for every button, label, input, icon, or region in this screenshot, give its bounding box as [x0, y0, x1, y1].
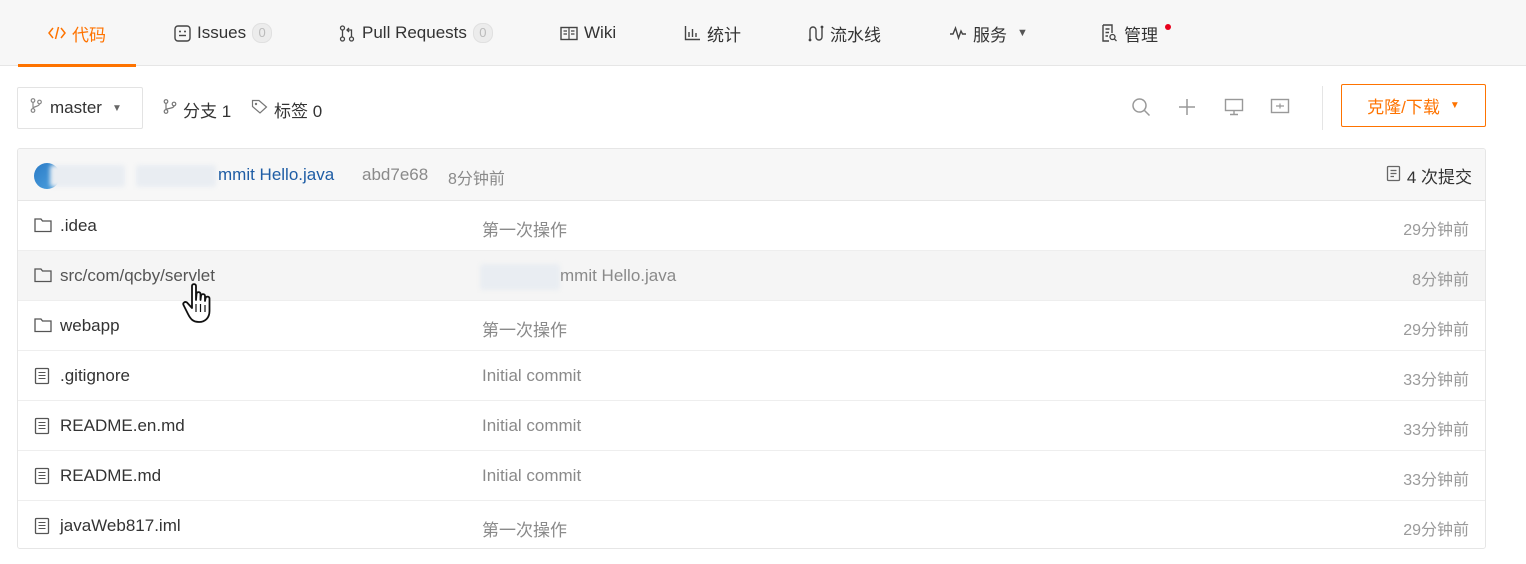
folder-icon	[34, 317, 52, 335]
table-row[interactable]: src/com/qcby/servlet mmit Hello.java 8分钟…	[18, 251, 1485, 301]
folder-icon	[34, 267, 52, 285]
branch-name: master	[50, 98, 102, 117]
pull-requests-count-badge: 0	[472, 23, 493, 43]
clone-download-label: 克隆/下载	[1367, 98, 1440, 117]
file-commit-time: 29分钟前	[1403, 222, 1469, 239]
issues-icon	[173, 24, 191, 42]
branches-label: 分支 1	[183, 101, 232, 121]
notification-dot	[1165, 24, 1171, 30]
table-row[interactable]: README.en.md Initial commit 33分钟前	[18, 401, 1485, 451]
chevron-down-icon: ▼	[1017, 27, 1028, 39]
tab-code-label: 代码	[72, 25, 106, 45]
file-commit-message[interactable]: 第一次操作	[482, 216, 567, 241]
folder-icon	[34, 217, 52, 235]
branch-icon	[163, 99, 177, 119]
table-row[interactable]: README.md Initial commit 33分钟前	[18, 451, 1485, 501]
tags-link[interactable]: 标签 0	[251, 97, 322, 121]
tab-code[interactable]: 代码	[18, 0, 136, 67]
sidebar-clipped-edge	[1518, 96, 1526, 126]
redacted-commit-prefix	[136, 165, 216, 187]
feedback-icon[interactable]	[1268, 95, 1292, 119]
table-row[interactable]: .idea 第一次操作 29分钟前	[18, 201, 1485, 251]
redacted-commit-prefix	[480, 264, 560, 290]
toolbar-divider	[1322, 86, 1323, 130]
tab-service[interactable]: 服务 ▼	[949, 0, 1028, 66]
file-icon	[34, 367, 52, 385]
file-commit-message[interactable]: Initial commit	[482, 416, 581, 436]
chevron-down-icon: ▼	[111, 102, 122, 114]
tab-wiki-label: Wiki	[584, 23, 617, 42]
file-commit-message[interactable]: 第一次操作	[482, 516, 567, 541]
file-name[interactable]: .gitignore	[60, 366, 130, 386]
tags-label: 标签 0	[274, 101, 323, 121]
pull-request-icon	[338, 24, 356, 42]
file-name[interactable]: README.md	[60, 466, 161, 486]
tab-manage[interactable]: 管理	[1100, 0, 1171, 66]
issues-count-badge: 0	[252, 23, 273, 43]
file-commit-time: 29分钟前	[1403, 322, 1469, 339]
latest-commit-bar: mmit Hello.java abd7e68 8分钟前 4 次提交	[18, 149, 1485, 201]
file-commit-time: 33分钟前	[1403, 472, 1469, 489]
search-icon[interactable]	[1129, 95, 1153, 119]
table-row[interactable]: .gitignore Initial commit 33分钟前	[18, 351, 1485, 401]
tab-pull-requests[interactable]: Pull Requests 0	[338, 0, 493, 66]
tab-issues[interactable]: Issues 0	[173, 0, 273, 66]
clone-download-button[interactable]: 克隆/下载 ▼	[1341, 84, 1486, 127]
file-name[interactable]: README.en.md	[60, 416, 185, 436]
pipeline-icon	[806, 24, 824, 42]
branches-link[interactable]: 分支 1	[163, 97, 231, 121]
branch-icon	[30, 98, 42, 118]
file-name[interactable]: src/com/qcby/servlet	[60, 266, 215, 286]
tab-stats-label: 统计	[707, 25, 741, 45]
web-ide-icon[interactable]	[1222, 95, 1246, 119]
file-icon	[34, 517, 52, 535]
file-commit-time: 8分钟前	[1412, 272, 1469, 289]
redacted-author	[50, 165, 125, 187]
latest-commit-message[interactable]: mmit Hello.java	[218, 165, 334, 185]
wiki-icon	[560, 24, 578, 42]
commit-count-link[interactable]: 4 次提交	[1386, 163, 1472, 188]
manage-icon	[1100, 24, 1118, 42]
stats-icon	[683, 24, 701, 42]
tag-icon	[251, 99, 268, 119]
file-commit-time: 33分钟前	[1403, 422, 1469, 439]
file-commit-time: 29分钟前	[1403, 522, 1469, 539]
table-row[interactable]: javaWeb817.iml 第一次操作 29分钟前	[18, 501, 1485, 548]
tab-service-label: 服务	[973, 25, 1007, 45]
tab-pipeline[interactable]: 流水线	[806, 0, 881, 66]
file-commit-message[interactable]: Initial commit	[482, 466, 581, 486]
repo-tab-bar: 代码 Issues 0 Pull Requests 0 Wiki 统计 流水线	[0, 0, 1526, 67]
latest-commit-time: 8分钟前	[448, 171, 505, 188]
commits-icon	[1386, 165, 1401, 187]
tab-pipeline-label: 流水线	[830, 25, 881, 45]
latest-commit-sha[interactable]: abd7e68	[362, 165, 428, 185]
file-commit-message[interactable]: Initial commit	[482, 366, 581, 386]
table-row[interactable]: webapp 第一次操作 29分钟前	[18, 301, 1485, 351]
add-icon[interactable]	[1175, 95, 1199, 119]
commit-count-label: 4 次提交	[1406, 168, 1472, 187]
code-icon	[48, 24, 66, 42]
tab-wiki[interactable]: Wiki	[560, 0, 616, 66]
file-commit-message[interactable]: 第一次操作	[482, 316, 567, 341]
file-name[interactable]: javaWeb817.iml	[60, 516, 181, 536]
branch-selector[interactable]: master ▼	[17, 87, 143, 129]
file-commit-message[interactable]: mmit Hello.java	[560, 266, 676, 286]
tab-stats[interactable]: 统计	[683, 0, 741, 66]
tab-issues-label: Issues	[197, 23, 247, 42]
tab-manage-label: 管理	[1124, 25, 1158, 45]
file-list: mmit Hello.java abd7e68 8分钟前 4 次提交 .idea…	[17, 148, 1486, 549]
file-icon	[34, 467, 52, 485]
chevron-down-icon: ▼	[1449, 100, 1460, 111]
file-icon	[34, 417, 52, 435]
tab-pull-requests-label: Pull Requests	[362, 23, 467, 42]
file-name[interactable]: .idea	[60, 216, 97, 236]
service-icon	[949, 24, 967, 42]
file-commit-time: 33分钟前	[1403, 372, 1469, 389]
file-name[interactable]: webapp	[60, 316, 120, 336]
